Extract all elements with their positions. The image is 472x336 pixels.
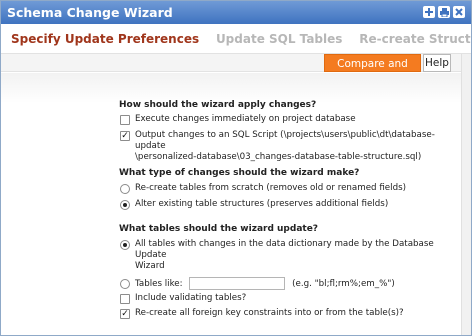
execute-immediately-option[interactable]: Execute changes immediately on project d… — [119, 114, 461, 125]
add-icon[interactable] — [423, 6, 435, 18]
wizard-content: How should the wizard apply changes? Exe… — [1, 73, 461, 335]
apply-changes-section: How should the wizard apply changes? Exe… — [119, 99, 461, 163]
help-button[interactable]: Help — [423, 54, 451, 72]
wizard-tabs: Specify Update Preferences Update SQL Ta… — [1, 24, 471, 54]
window-title: Schema Change Wizard — [7, 5, 173, 20]
recreate-foreign-keys-label: Re-create all foreign key constraints in… — [135, 308, 404, 318]
title-bar-icons — [423, 6, 465, 18]
tab-update-sql-tables[interactable]: Update SQL Tables — [216, 24, 342, 54]
recreate-foreign-keys-checkbox[interactable]: ✓ — [120, 309, 130, 319]
close-icon[interactable] — [453, 6, 465, 18]
vertical-scrollbar[interactable] — [461, 54, 471, 335]
tab-specify-update-preferences[interactable]: Specify Update Preferences — [11, 24, 199, 54]
all-tables-option[interactable]: All tables with changes in the data dict… — [119, 239, 461, 272]
include-validating-checkbox[interactable] — [120, 294, 130, 304]
tables-like-input[interactable] — [189, 277, 286, 290]
recreate-foreign-keys-option[interactable]: ✓ Re-create all foreign key constraints … — [119, 308, 461, 319]
tables-like-option[interactable]: Tables like: (e.g. "bl;fl;rm%;em_%") — [119, 277, 461, 291]
tables-update-question: What tables should the wizard update? — [119, 224, 319, 234]
toolbar: Compare and Next Help — [1, 54, 471, 88]
tab-recreate-structures[interactable]: Re-create Structures — [359, 24, 471, 54]
recreate-tables-radio[interactable] — [120, 184, 130, 194]
output-sql-script-checkbox[interactable]: ✓ — [120, 131, 130, 141]
change-type-question: What type of changes should the wizard m… — [119, 168, 360, 178]
include-validating-label: Include validating tables? — [135, 293, 247, 303]
recreate-tables-label: Re-create tables from scratch (removes o… — [135, 183, 406, 193]
tables-like-label: Tables like: — [135, 279, 183, 289]
all-tables-label-line1: All tables with changes in the data dict… — [135, 239, 434, 260]
apply-changes-question: How should the wizard apply changes? — [119, 100, 317, 110]
output-sql-script-option[interactable]: ✓ Output changes to an SQL Script (\proj… — [119, 130, 461, 163]
tables-like-hint: (e.g. "bl;fl;rm%;em_%") — [292, 279, 395, 289]
output-sql-script-label-line2: \personalized-database\03_changes-databa… — [135, 152, 422, 162]
tables-update-section: What tables should the wizard update? Al… — [119, 223, 461, 291]
alter-structures-radio[interactable] — [120, 200, 130, 210]
print-icon[interactable] — [438, 6, 450, 18]
output-sql-script-label-line1: Output changes to an SQL Script (\projec… — [135, 130, 435, 151]
alter-structures-label: Alter existing table structures (preserv… — [135, 199, 389, 209]
execute-immediately-label: Execute changes immediately on project d… — [135, 114, 356, 124]
compare-and-next-button[interactable]: Compare and Next — [324, 54, 421, 88]
title-bar: Schema Change Wizard — [1, 1, 471, 24]
alter-structures-option[interactable]: Alter existing table structures (preserv… — [119, 199, 461, 210]
recreate-tables-option[interactable]: Re-create tables from scratch (removes o… — [119, 183, 461, 194]
all-tables-label-line2: Wizard — [135, 261, 165, 271]
change-type-section: What type of changes should the wizard m… — [119, 167, 461, 210]
execute-immediately-checkbox[interactable] — [120, 115, 130, 125]
include-validating-option[interactable]: Include validating tables? — [119, 293, 461, 304]
extra-options-section: Include validating tables? ✓ Re-create a… — [119, 293, 461, 319]
all-tables-radio[interactable] — [120, 240, 130, 250]
tables-like-radio[interactable] — [120, 279, 130, 289]
schema-change-wizard-window: Schema Change Wizard Specify Update Pref… — [0, 0, 472, 336]
